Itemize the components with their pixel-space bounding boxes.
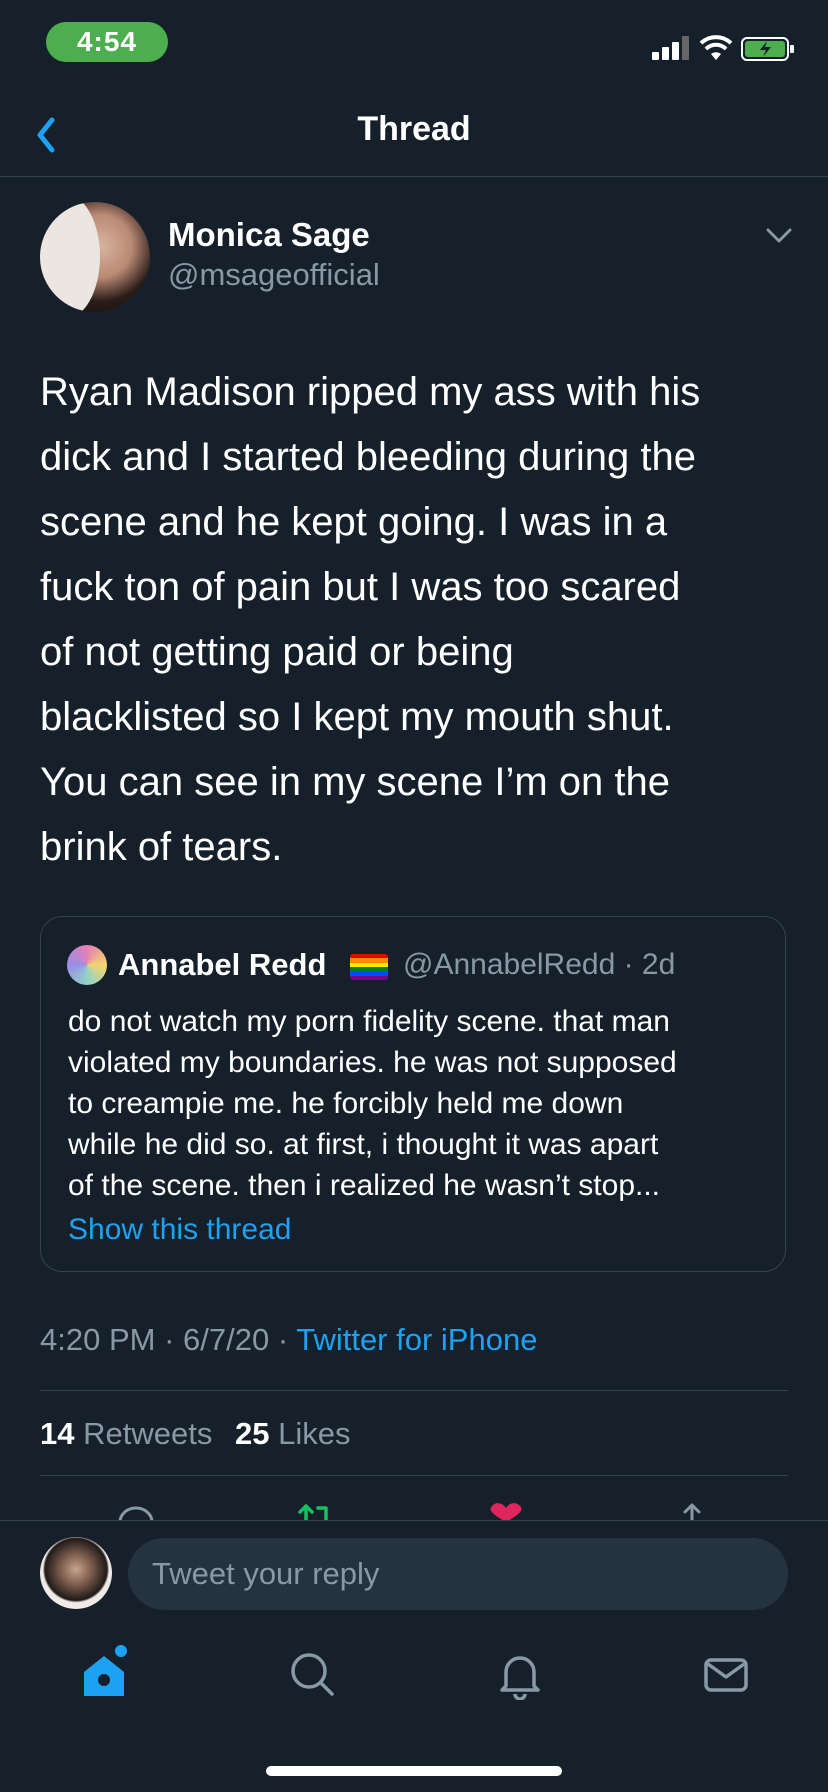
home-indicator (266, 1766, 562, 1776)
user-avatar[interactable] (40, 1537, 112, 1609)
retweets-stat[interactable]: 14 Retweets (40, 1416, 212, 1451)
messages-icon[interactable] (700, 1648, 752, 1700)
likes-count: 25 (234, 1416, 270, 1451)
quoted-handle-time: @AnnabelRedd · 2d (403, 948, 676, 981)
share-icon[interactable] (672, 1500, 712, 1522)
wifi-icon (699, 35, 733, 60)
header-divider (0, 176, 828, 177)
status-time: 4:54 (46, 22, 168, 62)
stats-divider-bottom (40, 1475, 788, 1476)
chevron-down-icon[interactable] (764, 224, 794, 248)
retweets-count: 14 (40, 1416, 75, 1451)
page-title: Thread (357, 110, 471, 148)
show-thread-link[interactable]: Show this thread (68, 1213, 291, 1247)
author-name[interactable]: Monica Sage (168, 216, 370, 254)
tweet-source-link[interactable]: Twitter for iPhone (296, 1322, 537, 1357)
cellular-signal-icon (652, 36, 689, 60)
tweet-stats: 14 Retweets 25 Likes (40, 1416, 364, 1452)
quoted-tweet-text: do not watch my porn fidelity scene. tha… (68, 1005, 677, 1202)
tweet-text: Ryan Madison ripped my ass with his dick… (40, 370, 701, 869)
retweets-label: Retweets (83, 1416, 213, 1451)
separator: · (269, 1322, 297, 1357)
search-icon[interactable] (286, 1648, 338, 1700)
rainbow-flag-icon (350, 954, 388, 980)
author-handle[interactable]: @msageofficial (168, 257, 380, 293)
reply-input[interactable] (128, 1538, 788, 1610)
likes-label: Likes (278, 1416, 351, 1451)
new-content-dot (115, 1645, 127, 1657)
likes-stat[interactable]: 25 Likes (235, 1416, 350, 1451)
notifications-icon[interactable] (494, 1648, 546, 1700)
quoted-author-name: Annabel Redd (118, 947, 327, 982)
tweet-time: 4:20 PM (40, 1322, 156, 1357)
retweet-icon[interactable] (296, 1500, 336, 1522)
author-avatar[interactable] (40, 202, 150, 312)
separator: · (155, 1322, 184, 1357)
battery-icon (741, 37, 794, 61)
quoted-tweet-card[interactable]: Annabel Redd @AnnabelRedd · 2d do not wa… (40, 916, 786, 1272)
quoted-author-avatar (67, 945, 107, 985)
reply-icon[interactable] (116, 1500, 156, 1522)
stats-divider-top (40, 1390, 788, 1391)
like-icon[interactable] (486, 1500, 526, 1522)
tweet-timestamp: 4:20 PM · 6/7/20 · Twitter for iPhone (40, 1322, 537, 1358)
tweet-date: 6/7/20 (183, 1322, 270, 1357)
